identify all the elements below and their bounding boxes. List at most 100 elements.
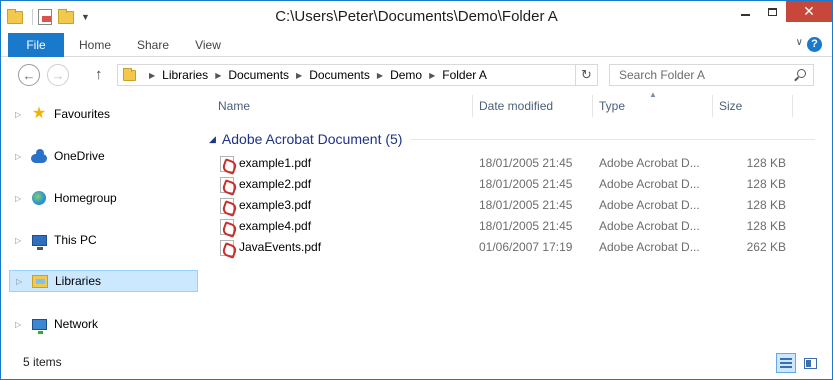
close-button[interactable]: ✕	[786, 1, 832, 22]
details-view-button[interactable]	[776, 353, 796, 373]
window-controls: ✕	[732, 1, 832, 22]
breadcrumb-item[interactable]: Libraries	[162, 68, 208, 82]
cloud-icon	[30, 148, 48, 164]
column-divider[interactable]	[792, 95, 793, 117]
new-folder-icon[interactable]	[58, 9, 74, 25]
file-name: JavaEvents.pdf	[239, 240, 322, 254]
large-icons-view-button[interactable]	[800, 353, 820, 373]
ribbon-tabs: File Home Share View ∨ ?	[1, 33, 832, 57]
sidebar-item-label: This PC	[54, 233, 97, 247]
minimize-button[interactable]	[732, 1, 759, 22]
file-date-modified: 01/06/2007 17:19	[479, 240, 573, 254]
properties-icon[interactable]	[37, 9, 53, 25]
expand-icon[interactable]: ▷	[15, 110, 25, 119]
sidebar-item-homegroup[interactable]: ▷ Homegroup	[9, 187, 198, 209]
sidebar-item-onedrive[interactable]: ▷ OneDrive	[9, 145, 198, 167]
column-header-name[interactable]: Name	[218, 93, 250, 119]
expand-icon[interactable]: ▷	[16, 277, 26, 286]
file-row[interactable]: example2.pdf 18/01/2005 21:45 Adobe Acro…	[214, 174, 794, 195]
help-icon[interactable]: ?	[807, 37, 822, 52]
column-divider[interactable]	[712, 95, 713, 117]
file-date-modified: 18/01/2005 21:45	[479, 219, 573, 233]
file-name: example1.pdf	[239, 156, 312, 170]
file-size: 128 KB	[746, 156, 786, 170]
search-box[interactable]	[609, 64, 814, 86]
navigation-bar: ← → ↑ ▶ Libraries ▶ Documents ▶ Document…	[1, 57, 832, 93]
pdf-file-icon	[220, 177, 234, 193]
expand-ribbon-chevron-icon[interactable]: ∨	[796, 37, 803, 48]
sidebar-item-label: Libraries	[55, 274, 102, 288]
sidebar-item-label: Network	[54, 317, 99, 331]
collapse-group-chevron-icon[interactable]: ◢	[209, 134, 216, 145]
file-name: example3.pdf	[239, 198, 312, 212]
search-icon[interactable]	[794, 69, 806, 81]
file-type: Adobe Acrobat D...	[599, 156, 700, 170]
sidebar-item-label: Homegroup	[54, 191, 117, 205]
customize-toolbar-chevron-icon[interactable]: ▼	[81, 12, 90, 22]
breadcrumb: ▶ Libraries ▶ Documents ▶ Documents ▶ De…	[142, 65, 487, 85]
file-size: 262 KB	[746, 240, 786, 254]
tab-home[interactable]: Home	[71, 33, 119, 57]
column-header-size[interactable]: Size	[719, 93, 742, 119]
forward-button[interactable]: →	[47, 64, 69, 86]
file-row[interactable]: JavaEvents.pdf 01/06/2007 17:19 Adobe Ac…	[214, 237, 794, 258]
maximize-icon	[768, 7, 777, 16]
sidebar-item-this-pc[interactable]: ▷ This PC	[9, 229, 198, 251]
item-count: 5 items	[23, 355, 62, 369]
file-date-modified: 18/01/2005 21:45	[479, 177, 573, 191]
explorer-window: ▼ C:\Users\Peter\Documents\Demo\Folder A…	[0, 0, 833, 380]
sidebar-item-libraries[interactable]: ▷ Libraries	[9, 270, 198, 292]
breadcrumb-item[interactable]: Documents	[309, 68, 370, 82]
address-bar[interactable]: ▶ Libraries ▶ Documents ▶ Documents ▶ De…	[117, 64, 598, 86]
up-one-level-button[interactable]: ↑	[95, 66, 103, 83]
sidebar-item-network[interactable]: ▷ Network	[9, 313, 198, 335]
window-title: C:\Users\Peter\Documents\Demo\Folder A	[275, 8, 558, 25]
breadcrumb-item[interactable]: Demo	[390, 68, 422, 82]
maximize-button[interactable]	[759, 1, 786, 22]
file-row[interactable]: example3.pdf 18/01/2005 21:45 Adobe Acro…	[214, 195, 794, 216]
column-divider[interactable]	[592, 95, 593, 117]
folder-icon[interactable]	[7, 9, 23, 25]
sidebar-item-favourites[interactable]: ▷ ★ Favourites	[9, 103, 198, 125]
file-date-modified: 18/01/2005 21:45	[479, 198, 573, 212]
expand-icon[interactable]: ▷	[15, 152, 25, 161]
file-date-modified: 18/01/2005 21:45	[479, 156, 573, 170]
breadcrumb-separator-icon[interactable]: ▶	[149, 71, 155, 80]
tab-share[interactable]: Share	[129, 33, 177, 57]
tab-file[interactable]: File	[8, 33, 64, 57]
quick-access-toolbar: ▼	[7, 7, 90, 27]
file-row[interactable]: example1.pdf 18/01/2005 21:45 Adobe Acro…	[214, 153, 794, 174]
file-row[interactable]: example4.pdf 18/01/2005 21:45 Adobe Acro…	[214, 216, 794, 237]
breadcrumb-separator-icon[interactable]: ▶	[296, 71, 302, 80]
column-header-type[interactable]: Type	[599, 93, 625, 119]
file-size: 128 KB	[746, 219, 786, 233]
file-type: Adobe Acrobat D...	[599, 219, 700, 233]
expand-icon[interactable]: ▷	[15, 320, 25, 329]
computer-icon	[30, 232, 48, 250]
sidebar-item-label: Favourites	[54, 107, 111, 121]
sidebar-item-label: OneDrive	[54, 149, 105, 163]
address-folder-icon	[123, 68, 136, 81]
status-bar: 5 items	[1, 347, 832, 379]
breadcrumb-separator-icon[interactable]: ▶	[215, 71, 221, 80]
breadcrumb-separator-icon[interactable]: ▶	[377, 71, 383, 80]
column-header-date-modified[interactable]: Date modified	[479, 93, 553, 119]
breadcrumb-item[interactable]: Documents	[228, 68, 289, 82]
file-size: 128 KB	[746, 177, 786, 191]
back-button[interactable]: ←	[18, 64, 40, 86]
toolbar-divider	[32, 9, 33, 25]
group-header[interactable]: ◢ Adobe Acrobat Document (5)	[209, 129, 815, 149]
pdf-file-icon	[220, 240, 234, 256]
expand-icon[interactable]: ▷	[15, 194, 25, 203]
expand-icon[interactable]: ▷	[15, 236, 25, 245]
tab-view[interactable]: View	[184, 33, 232, 57]
libraries-icon	[31, 273, 49, 289]
minimize-icon	[741, 13, 750, 16]
file-name: example2.pdf	[239, 177, 312, 191]
search-input[interactable]	[610, 65, 790, 85]
column-divider[interactable]	[472, 95, 473, 117]
refresh-button[interactable]: ↻	[575, 65, 597, 85]
breadcrumb-item[interactable]: Folder A	[442, 68, 487, 82]
homegroup-icon	[30, 190, 48, 206]
breadcrumb-separator-icon[interactable]: ▶	[429, 71, 435, 80]
